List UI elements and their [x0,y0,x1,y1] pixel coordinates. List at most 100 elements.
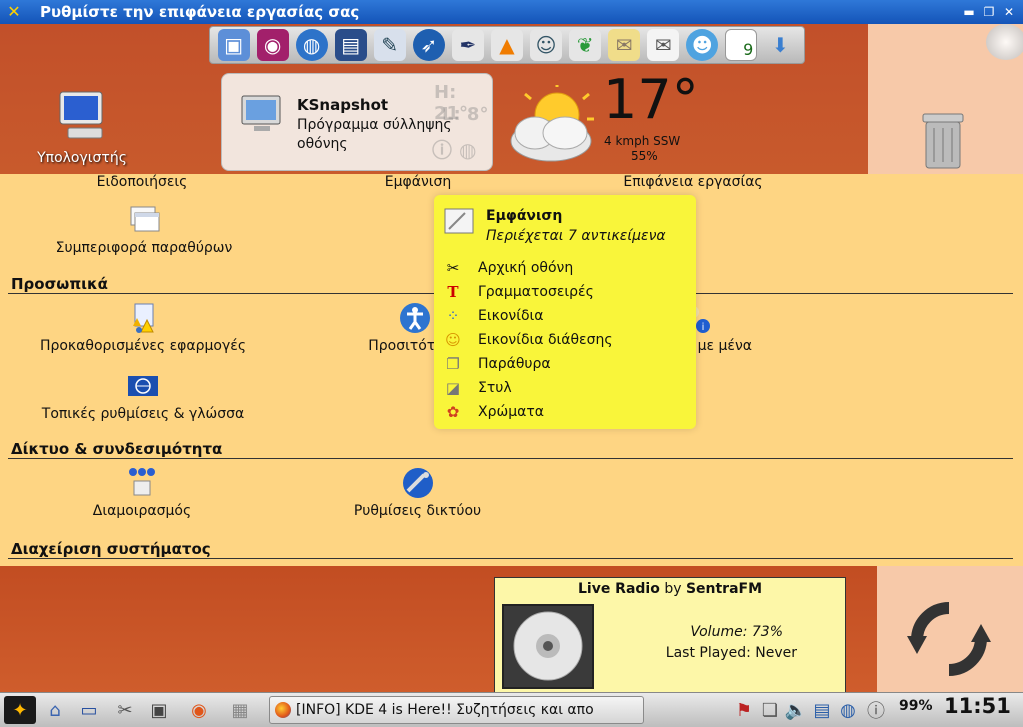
section-divider [8,558,1013,559]
popup-item-label: Στυλ [478,380,512,396]
firefox-icon[interactable]: ◉ [184,696,214,724]
popup-item-emoticons[interactable]: ☺ Εικονίδια διάθεσης [442,328,613,352]
tooltip-description: Πρόγραμμα σύλληψης οθόνης [297,117,452,152]
users-icon[interactable]: ☺ [530,29,563,61]
trash-desktop-icon[interactable] [915,110,971,176]
popup-item-style[interactable]: ◪ Στυλ [442,376,613,400]
restore-icon[interactable]: ❐ [981,4,997,20]
computer-desktop-icon[interactable]: Υπολογιστής [22,88,142,166]
popup-item-label: Χρώματα [478,404,544,420]
weather-temperature: 17° [603,68,699,131]
radio-title: Live Radio by SentraFM [495,581,845,597]
download-icon[interactable]: ⬇ [764,29,796,61]
live-radio-widget: Live Radio by SentraFM Volume: 73% Last … [494,577,846,694]
task-firefox-window[interactable]: [INFO] KDE 4 is Here!! Συζητήσεις και απ… [269,696,644,724]
default-apps-item[interactable]: Προκαθορισμένες εφαρμογές [18,302,268,354]
sharing-item[interactable]: Διαμοιρασμός [62,467,222,519]
start-menu-star-icon[interactable]: ✦ [4,696,36,724]
desktop-item[interactable]: Επιφάνεια εργασίας [603,174,783,190]
clock-widget-icon [986,24,1023,60]
clock[interactable]: 11:51 [944,694,1011,718]
radio-title-prefix: Live Radio [577,581,660,597]
popup-item-label: Γραμματοσειρές [478,284,594,300]
popup-item-colors[interactable]: ✿ Χρώματα [442,400,613,424]
chat-icon[interactable]: ✎ [373,29,406,61]
window-icon: ❐ [446,355,460,373]
computer-label: Υπολογιστής [37,150,127,166]
appearance-label: Εμφάνιση [384,174,452,190]
monitor-icon[interactable]: ▣ [144,696,174,724]
tooltip-title: KSnapshot [297,96,389,114]
popup-item-splash[interactable]: ✂ Αρχική οθόνη [442,256,613,280]
minimize-icon[interactable]: ▬ [961,4,977,20]
last-played-label: Last Played: [665,645,751,661]
popup-item-icons[interactable]: ⁘ Εικονίδια [442,304,613,328]
desktop-area-bottom-right [877,566,1023,692]
eye-icon[interactable]: ◉ [256,29,289,61]
screenshot-icon[interactable]: ▣ [217,29,250,61]
default-apps-label: Προκαθορισμένες εφαρμογές [39,338,247,354]
locale-flag-icon [128,376,158,396]
bird-icon[interactable]: ❦ [569,29,602,61]
icons-icon: ⁘ [446,307,460,325]
network-tray-icon[interactable]: ▤ [810,696,834,724]
appearance-popup: Εμφάνιση Περιέχεται 7 αντικείμενα ✂ Αρχι… [434,195,696,429]
popup-item-label: Αρχική οθόνη [478,260,574,276]
popup-item-label: Παράθυρα [478,356,551,372]
tools-icon: ✂ [446,259,460,277]
globe-tray-icon[interactable]: ◍ [836,696,860,724]
notifications-item[interactable]: Ειδοποιήσεις [62,174,222,190]
section-network: Δίκτυο & συνδεσιμότητα [11,440,223,458]
sudoku-digit: 9 [743,40,754,59]
battery-percentage[interactable]: 99% [899,698,933,714]
computer-icon [59,91,103,139]
ksnapshot-tooltip: Η: 21° L: 8° ⓘ ◍ KSnapshot Πρόγραμμα σύλ… [221,73,493,171]
tools-icon[interactable]: ✂ [110,696,140,724]
radio-last-played: Last Played: Never [495,645,797,661]
locale-item[interactable]: Τοπικές ρυθμίσεις & γλώσσα [18,370,268,422]
folder-icon[interactable]: ✉ [608,29,641,61]
flag-icon[interactable]: ⚑ [733,696,755,724]
network-settings-item[interactable]: Ρυθμίσεις δικτύου [330,467,505,519]
close-icon[interactable]: ✕ [1001,4,1017,20]
radio-station: SentraFM [685,581,763,597]
popup-item-label: Εικονίδια διάθεσης [478,332,613,348]
window-behavior-icon [130,206,160,232]
popup-item-fonts[interactable]: T Γραμματοσειρές [442,280,613,304]
refresh-icon[interactable] [903,602,995,676]
window-titlebar[interactable]: ✕ Ρυθμίστε την επιφάνεια εργασίας σας ▬ … [0,0,1023,24]
vlc-icon[interactable]: ▲ [490,29,523,61]
sudoku-icon[interactable]: 9 [725,29,758,61]
network-settings-label: Ρυθμίσεις δικτύου [353,503,482,519]
volume-icon[interactable]: 🔈 [784,696,808,724]
locale-label: Τοπικές ρυθμίσεις & γλώσσα [41,406,245,422]
colors-icon: ✿ [446,403,460,421]
font-icon: T [447,283,459,301]
smiley-icon[interactable]: ☻ [686,29,719,61]
popup-item-list: ✂ Αρχική οθόνη T Γραμματοσειρές ⁘ Εικονί… [442,256,613,424]
window-title: Ρυθμίστε την επιφάνεια εργασίας σας [40,3,360,21]
info-icon[interactable]: ⓘ [864,696,888,724]
ink-icon[interactable]: ✒ [451,29,484,61]
globe-icon[interactable]: ◍ [295,29,328,61]
default-apps-icon [133,303,154,333]
tools-app-icon[interactable]: ✕ [5,3,23,21]
popup-item-windows[interactable]: ❐ Παράθυρα [442,352,613,376]
style-icon: ◪ [445,379,461,397]
mail-icon[interactable]: ✉ [647,29,680,61]
window-controls: ▬ ❐ ✕ [961,4,1017,20]
clipboard-icon[interactable]: ❏ [758,696,782,724]
desktop-label: Επιφάνεια εργασίας [623,174,763,190]
desktop-icon[interactable]: ▭ [74,696,104,724]
section-system: Διαχείριση συστήματος [11,540,211,558]
appearance-item[interactable]: Εμφάνιση [338,174,498,190]
popup-title: Εμφάνιση [486,208,563,224]
notifications-label: Ειδοποιήσεις [96,174,188,190]
pager-icon[interactable]: ▦ [220,696,260,724]
window-behavior-item[interactable]: Συμπεριφορά παραθύρων [34,204,254,256]
network-icon[interactable]: ➶ [412,29,445,61]
last-played-value: Never [755,645,797,661]
taskbar: ✦ ⌂ ▭ ✂ ▣ ◉ ▦ [INFO] KDE 4 is Here!! Συζ… [0,692,1023,727]
home-icon[interactable]: ⌂ [40,696,70,724]
office-icon[interactable]: ▤ [334,29,367,61]
